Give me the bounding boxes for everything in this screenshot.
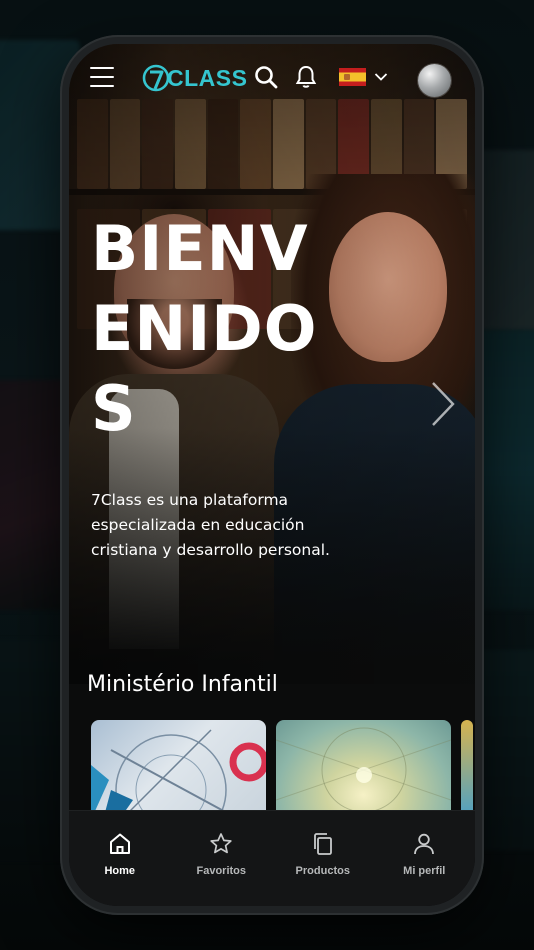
language-selector[interactable]: [339, 65, 388, 89]
phone-frame: CLASS BIENVENIDOS 7Class es una platafor…: [60, 35, 484, 915]
chevron-right-icon[interactable]: [425, 379, 459, 429]
bottom-navigation: Home Favoritos Productos Mi perfil: [69, 810, 475, 906]
nav-label: Home: [104, 865, 136, 877]
course-card[interactable]: [276, 720, 451, 820]
home-icon: [109, 833, 130, 854]
nav-item-favoritos[interactable]: Favoritos: [171, 811, 273, 906]
hero-description: 7Class es una plataforma especializada e…: [91, 491, 330, 559]
card-artwork: [91, 729, 266, 820]
search-icon[interactable]: [253, 64, 279, 90]
nav-label: Favoritos: [196, 865, 246, 877]
spain-flag-icon: [339, 68, 366, 86]
star-icon: [210, 833, 232, 854]
course-card[interactable]: [91, 720, 266, 820]
phone-screen: CLASS BIENVENIDOS 7Class es una platafor…: [69, 44, 475, 906]
chevron-down-icon: [374, 73, 388, 81]
avatar[interactable]: [418, 64, 451, 97]
nav-item-home[interactable]: Home: [69, 811, 171, 906]
top-bar: CLASS: [69, 44, 475, 116]
nav-item-productos[interactable]: Productos: [272, 811, 374, 906]
card-artwork: [276, 727, 451, 813]
nav-label: Productos: [295, 865, 350, 877]
copy-icon: [313, 833, 332, 855]
bell-icon[interactable]: [293, 64, 319, 90]
brand-name: CLASS: [167, 64, 248, 91]
section-title: Ministério Infantil: [87, 672, 278, 697]
nav-item-mi-perfil[interactable]: Mi perfil: [374, 811, 476, 906]
nav-label: Mi perfil: [403, 865, 446, 877]
course-card[interactable]: [461, 720, 473, 820]
hero-title: BIENVENIDOS: [91, 212, 318, 445]
hamburger-menu-icon[interactable]: [90, 66, 116, 88]
user-icon: [414, 833, 435, 855]
brand-logo[interactable]: CLASS: [141, 58, 247, 98]
course-carousel: [91, 720, 475, 820]
